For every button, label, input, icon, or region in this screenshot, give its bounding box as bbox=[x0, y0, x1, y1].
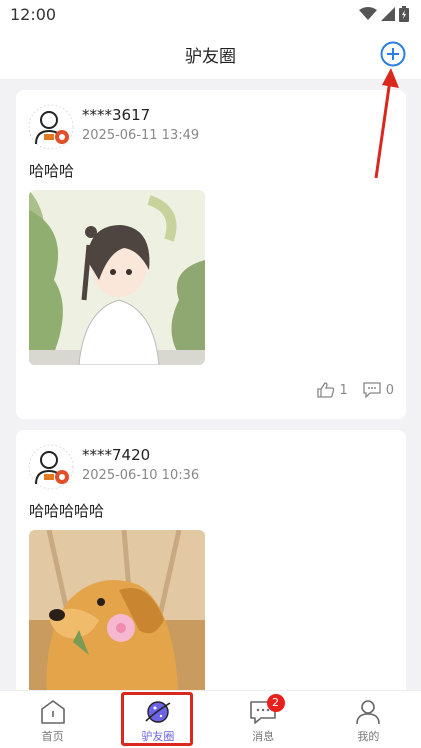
avatar[interactable] bbox=[28, 104, 74, 150]
post-username[interactable]: ****7420 bbox=[82, 446, 150, 464]
like-button[interactable]: 1 bbox=[317, 382, 348, 398]
add-post-button[interactable] bbox=[380, 41, 406, 67]
comment-icon bbox=[363, 382, 381, 398]
post-time: 2025-06-11 13:49 bbox=[82, 128, 200, 143]
page-title: 驴友圈 bbox=[185, 47, 236, 67]
post-actions: 1 0 bbox=[317, 382, 394, 398]
tab-profile[interactable]: 我的 bbox=[316, 691, 421, 748]
user-icon bbox=[356, 700, 381, 725]
post-text: 哈哈哈哈哈 bbox=[29, 502, 105, 520]
post-card[interactable]: ****3617 2025-06-11 13:49 哈哈哈 1 0 bbox=[16, 90, 406, 419]
status-time: 12:00 bbox=[10, 4, 57, 24]
home-icon bbox=[40, 700, 65, 724]
thumbs-up-icon bbox=[317, 382, 335, 398]
tab-travel-circle-label: 驴友圈 bbox=[141, 730, 175, 743]
tab-home[interactable]: 首页 bbox=[0, 691, 105, 748]
post-time: 2025-06-10 10:36 bbox=[82, 468, 200, 483]
tab-messages[interactable]: 2 消息 bbox=[211, 691, 316, 748]
tab-home-label: 首页 bbox=[41, 730, 64, 743]
status-bar: 12:00 bbox=[0, 0, 421, 28]
comment-count: 0 bbox=[385, 382, 394, 398]
post-image-dog[interactable] bbox=[29, 530, 205, 690]
post-image-anime-boy[interactable] bbox=[29, 190, 205, 365]
avatar[interactable] bbox=[28, 444, 74, 490]
post-card[interactable]: ****7420 2025-06-10 10:36 哈哈哈哈哈 bbox=[16, 430, 406, 690]
tab-travel-circle[interactable]: 驴友圈 bbox=[105, 691, 210, 748]
header: 驴友圈 bbox=[0, 28, 421, 80]
signal-icon bbox=[381, 7, 395, 21]
like-count: 1 bbox=[339, 382, 348, 398]
wifi-icon bbox=[359, 7, 377, 20]
message-badge: 2 bbox=[266, 694, 285, 712]
bottom-tab-bar: 首页 驴友圈 2 消息 我的 bbox=[0, 690, 421, 748]
battery-icon bbox=[399, 6, 409, 22]
planet-icon bbox=[145, 701, 171, 723]
tab-messages-label: 消息 bbox=[252, 730, 275, 743]
feed[interactable]: ****3617 2025-06-11 13:49 哈哈哈 1 0 ****74… bbox=[0, 80, 421, 690]
status-icons bbox=[359, 6, 409, 22]
tab-profile-label: 我的 bbox=[357, 730, 380, 743]
post-text: 哈哈哈 bbox=[29, 162, 75, 180]
post-username[interactable]: ****3617 bbox=[82, 106, 150, 124]
comment-button[interactable]: 0 bbox=[362, 382, 394, 398]
